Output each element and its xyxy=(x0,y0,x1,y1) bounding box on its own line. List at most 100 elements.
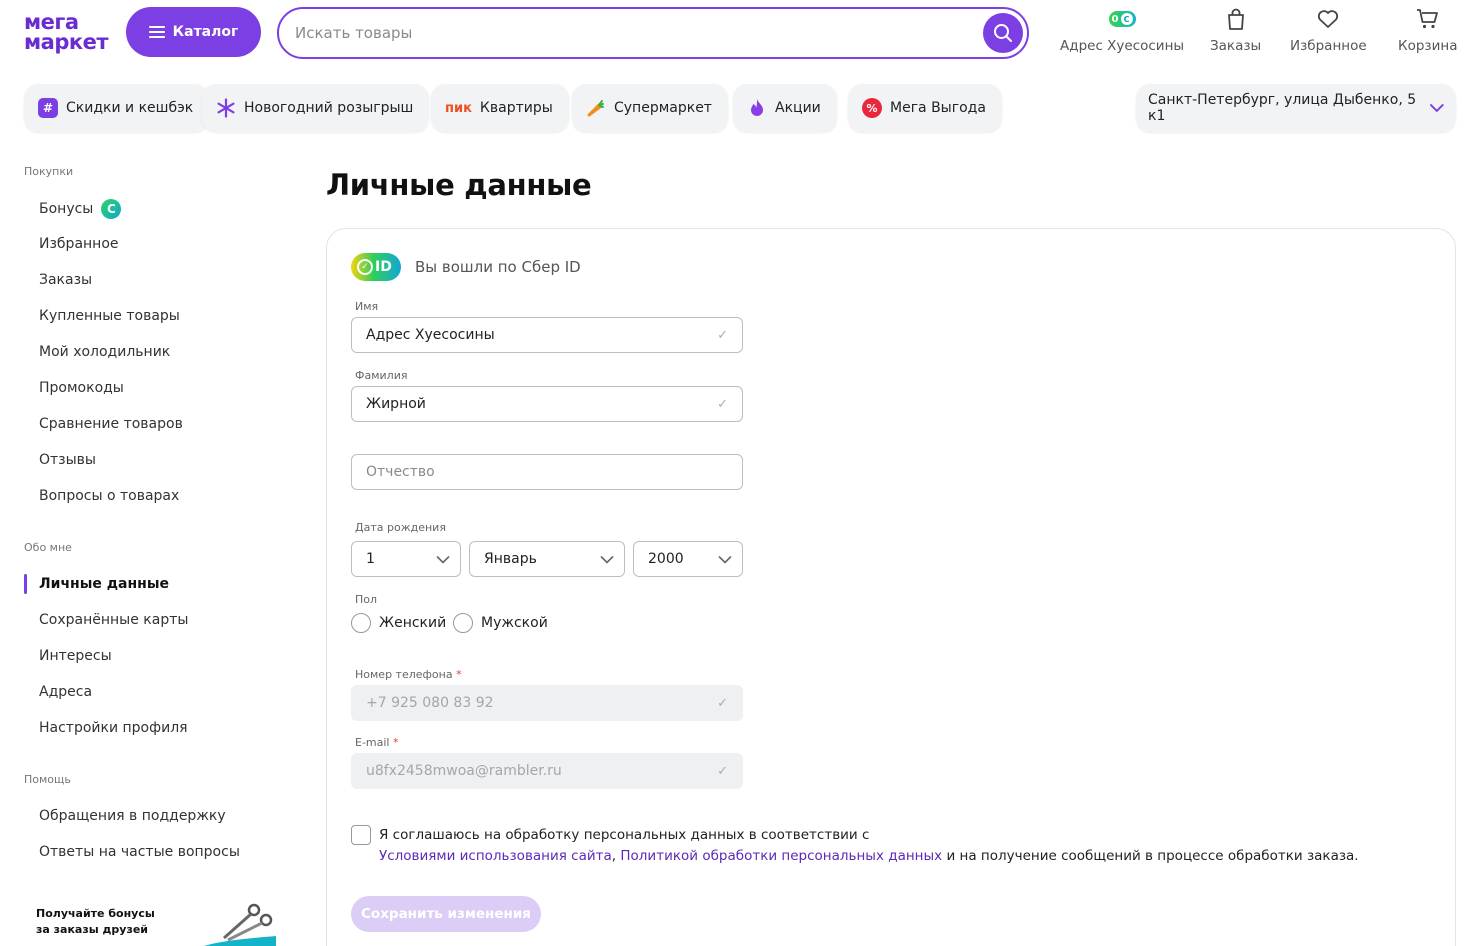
chip-promotions[interactable]: Акции xyxy=(733,84,837,132)
phone-field[interactable]: +7 925 080 83 92 ✓ xyxy=(351,685,743,721)
delivery-address-selector[interactable]: Санкт-Петербург, улица Дыбенко, 5 к1 xyxy=(1136,84,1456,132)
chip-supermarket[interactable]: Супермаркет xyxy=(572,84,728,132)
email-label-text: E-mail xyxy=(355,736,390,749)
sidebar-item-addresses[interactable]: Адреса xyxy=(39,684,92,700)
header-orders[interactable]: Заказы xyxy=(1210,6,1261,54)
sidebar-item-questions[interactable]: Вопросы о товарах xyxy=(39,488,179,504)
promo-line-1: Получайте бонусы xyxy=(36,907,155,920)
sidebar-item-profile-settings[interactable]: Настройки профиля xyxy=(39,720,188,736)
header-cart[interactable]: Корзина xyxy=(1398,6,1457,54)
logo-line-1: мега xyxy=(24,10,79,34)
sidebar-item-saved-cards[interactable]: Сохранённые карты xyxy=(39,612,188,628)
sidebar-section-help: Помощь xyxy=(24,773,71,786)
bonus-count: 0 xyxy=(1111,13,1119,25)
megamarket-logo[interactable]: мега маркет xyxy=(24,10,116,54)
save-changes-button[interactable]: Сохранить изменения xyxy=(351,896,541,932)
referral-promo-banner[interactable]: Получайте бонусы за заказы друзей xyxy=(24,896,286,946)
first-name-label: Имя xyxy=(355,300,379,313)
privacy-policy-link[interactable]: Политикой обработки персональных данных xyxy=(620,848,942,864)
radio-circle-icon xyxy=(453,613,473,633)
cart-icon xyxy=(1416,9,1438,29)
page-title: Личные данные xyxy=(326,168,592,202)
sber-id-badge: ✓ ID xyxy=(351,253,401,281)
middle-name-placeholder: Отчество xyxy=(366,464,435,480)
consent-row: Я соглашаюсь на обработку персональных д… xyxy=(351,825,1359,867)
checkmark-icon: ✓ xyxy=(717,327,728,343)
pik-logo-icon: пик xyxy=(445,100,472,116)
middle-name-field[interactable]: Отчество xyxy=(351,454,743,490)
last-name-label: Фамилия xyxy=(355,369,408,382)
consent-text-2: и на получение сообщений в процессе обра… xyxy=(942,848,1359,864)
consent-checkbox[interactable] xyxy=(351,825,371,845)
birth-day-select[interactable]: 1 xyxy=(351,541,461,577)
gender-male-radio[interactable]: Мужской xyxy=(453,613,548,633)
birth-month-value: Январь xyxy=(484,551,537,567)
search-bar xyxy=(277,7,1029,59)
cart-label: Корзина xyxy=(1398,38,1458,54)
orders-label: Заказы xyxy=(1210,38,1262,54)
birth-year-select[interactable]: 2000 xyxy=(633,541,743,577)
last-name-value: Жирной xyxy=(366,396,426,412)
sidebar-item-reviews[interactable]: Отзывы xyxy=(39,452,96,468)
first-name-field[interactable]: Адрес Хуесосины ✓ xyxy=(351,317,743,353)
phone-label: Номер телефона * xyxy=(355,668,462,681)
sber-id-text: Вы вошли по Сбер ID xyxy=(415,258,581,276)
birth-date-label: Дата рождения xyxy=(355,521,446,534)
chip-label: Скидки и кешбэк xyxy=(66,100,194,116)
chip-apartments[interactable]: пик Квартиры xyxy=(431,84,569,132)
sidebar-item-compare[interactable]: Сравнение товаров xyxy=(39,416,183,432)
chip-label: Квартиры xyxy=(479,100,553,116)
sidebar-item-personal-data[interactable]: Личные данные xyxy=(39,576,169,592)
sber-id-status: ✓ ID Вы вошли по Сбер ID xyxy=(351,253,581,281)
chip-label: Новогодний розыгрыш xyxy=(244,100,414,116)
sber-bonus-icon: С xyxy=(101,199,122,219)
bonus-badge: 0С xyxy=(1108,11,1136,27)
sidebar-item-favorites[interactable]: Избранное xyxy=(39,236,119,252)
check-icon: ✓ xyxy=(357,259,373,275)
logo-line-2: маркет xyxy=(24,30,109,54)
sidebar-section-about-me: Обо мне xyxy=(24,541,72,554)
favorites-label: Избранное xyxy=(1290,38,1367,54)
header-favorites[interactable]: Избранное xyxy=(1290,6,1367,54)
gender-female-radio[interactable]: Женский xyxy=(351,613,446,633)
sidebar-item-fridge[interactable]: Мой холодильник xyxy=(39,344,170,360)
gender-male-label: Мужской xyxy=(481,615,548,631)
menu-icon xyxy=(148,26,165,38)
delivery-address: Санкт-Петербург, улица Дыбенко, 5 к1 xyxy=(1148,92,1417,124)
snowflake-icon xyxy=(216,98,236,118)
first-name-value: Адрес Хуесосины xyxy=(366,327,495,343)
sidebar-section-purchases: Покупки xyxy=(24,165,74,178)
chip-label: Супермаркет xyxy=(614,100,712,116)
sidebar-item-bonuses[interactable]: Бонусы С xyxy=(39,199,122,219)
bag-icon xyxy=(1227,8,1244,30)
search-button[interactable] xyxy=(983,13,1023,53)
promo-text: Получайте бонусы за заказы друзей xyxy=(36,906,155,938)
percent-icon: % xyxy=(862,98,882,118)
sidebar-item-purchased[interactable]: Купленные товары xyxy=(39,308,180,324)
sidebar-item-promocodes[interactable]: Промокоды xyxy=(39,380,124,396)
sidebar-item-label: Бонусы xyxy=(39,201,94,217)
sidebar-item-support[interactable]: Обращения в поддержку xyxy=(39,808,226,824)
gender-label: Пол xyxy=(355,593,378,606)
chip-mega-profit[interactable]: % Мега Выгода xyxy=(848,84,1002,132)
personal-data-card: ✓ ID Вы вошли по Сбер ID Имя Адрес Хуесос… xyxy=(326,228,1456,946)
carrot-icon xyxy=(586,98,606,118)
sidebar-item-interests[interactable]: Интересы xyxy=(39,648,112,664)
last-name-field[interactable]: Жирной ✓ xyxy=(351,386,743,422)
email-field[interactable]: u8fx2458mwoa@rambler.ru ✓ xyxy=(351,753,743,789)
terms-link[interactable]: Условиями использования сайта xyxy=(379,848,612,864)
active-indicator xyxy=(24,574,27,594)
chevron-down-icon xyxy=(600,555,614,564)
chip-new-year[interactable]: Новогодний розыгрыш xyxy=(202,84,430,132)
catalog-button[interactable]: Каталог xyxy=(126,7,261,57)
heart-icon xyxy=(1318,10,1339,28)
catalog-label: Каталог xyxy=(172,24,239,40)
consent-text-1: Я соглашаюсь на обработку персональных д… xyxy=(379,827,870,843)
search-input[interactable] xyxy=(295,24,983,42)
birth-month-select[interactable]: Январь xyxy=(469,541,625,577)
sidebar-item-faq[interactable]: Ответы на частые вопросы xyxy=(39,844,240,860)
phone-value: +7 925 080 83 92 xyxy=(366,695,494,711)
sidebar-item-orders[interactable]: Заказы xyxy=(39,272,92,288)
chip-discounts[interactable]: # Скидки и кешбэк xyxy=(24,84,210,132)
header-profile[interactable]: 0С Адрес Хуесосины xyxy=(1060,6,1184,54)
